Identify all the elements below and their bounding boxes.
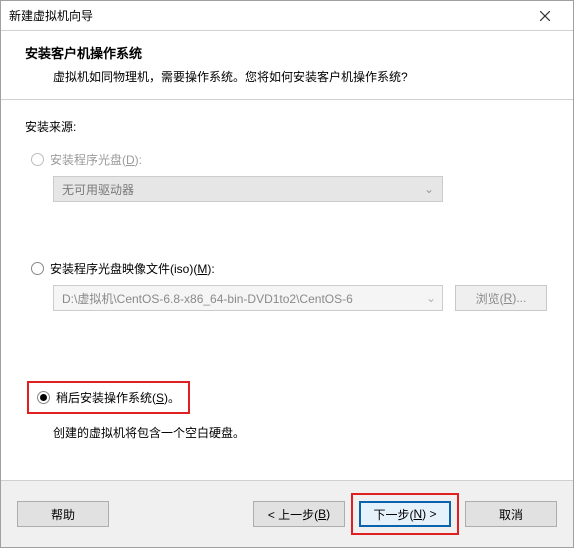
chevron-down-icon: ⌄ — [426, 291, 436, 305]
chevron-down-icon: ⌄ — [424, 182, 434, 196]
highlight-install-later: 稍后安装操作系统(S)。 — [27, 381, 190, 414]
wizard-body: 安装来源: 安装程序光盘(D): 无可用驱动器 ⌄ 安装程序光盘映像文件(iso… — [1, 100, 573, 480]
wizard-header: 安装客户机操作系统 虚拟机如同物理机，需要操作系统。您将如何安装客户机操作系统? — [1, 31, 573, 100]
option-iso-label: 安装程序光盘映像文件(iso)(M): — [50, 260, 215, 277]
option-install-later[interactable]: 稍后安装操作系统(S)。 — [37, 389, 180, 406]
header-title: 安装客户机操作系统 — [25, 43, 549, 62]
option-disc-label: 安装程序光盘(D): — [50, 151, 142, 168]
disc-drive-value: 无可用驱动器 — [62, 181, 134, 198]
wizard-footer: 帮助 < 上一步(B) 下一步(N) > 取消 — [1, 480, 573, 547]
option-later-label: 稍后安装操作系统(S)。 — [56, 389, 180, 406]
close-icon — [540, 11, 550, 21]
next-button[interactable]: 下一步(N) > — [359, 501, 451, 527]
iso-path-combobox: D:\虚拟机\CentOS-6.8-x86_64-bin-DVD1to2\Cen… — [53, 285, 443, 311]
option-group: 安装程序光盘(D): 无可用驱动器 ⌄ 安装程序光盘映像文件(iso)(M): … — [31, 151, 549, 441]
disc-drive-dropdown: 无可用驱动器 ⌄ — [53, 176, 443, 202]
highlight-next: 下一步(N) > — [351, 493, 459, 535]
window-title: 新建虚拟机向导 — [9, 7, 525, 24]
option-install-iso[interactable]: 安装程序光盘映像文件(iso)(M): — [31, 260, 549, 277]
option-install-disc: 安装程序光盘(D): — [31, 151, 549, 168]
cancel-button[interactable]: 取消 — [465, 501, 557, 527]
close-button[interactable] — [525, 2, 565, 30]
radio-later[interactable] — [37, 391, 50, 404]
iso-path-value: D:\虚拟机\CentOS-6.8-x86_64-bin-DVD1to2\Cen… — [62, 290, 353, 307]
browse-button: 浏览(R)... — [455, 285, 547, 311]
back-button[interactable]: < 上一步(B) — [253, 501, 345, 527]
header-description: 虚拟机如同物理机，需要操作系统。您将如何安装客户机操作系统? — [25, 68, 549, 85]
new-vm-wizard-dialog: 新建虚拟机向导 安装客户机操作系统 虚拟机如同物理机，需要操作系统。您将如何安装… — [0, 0, 574, 548]
radio-iso[interactable] — [31, 262, 44, 275]
install-later-description: 创建的虚拟机将包含一个空白硬盘。 — [53, 424, 549, 441]
radio-disc — [31, 153, 44, 166]
help-button[interactable]: 帮助 — [17, 501, 109, 527]
install-source-label: 安装来源: — [25, 118, 549, 135]
titlebar: 新建虚拟机向导 — [1, 1, 573, 31]
